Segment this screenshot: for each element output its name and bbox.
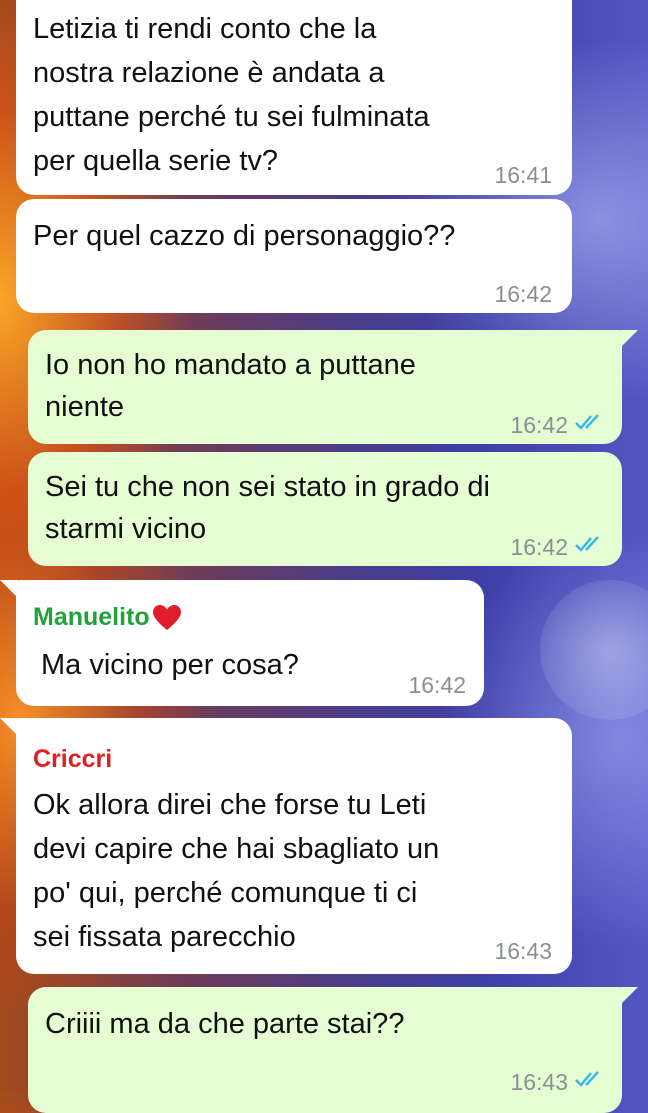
message-text-line: sei fissata parecchio bbox=[33, 921, 296, 953]
message-text-line: Io non ho mandato a puttane bbox=[45, 349, 416, 381]
message-bubble-incoming[interactable]: Letizia ti rendi conto che la nostra rel… bbox=[16, 0, 572, 195]
message-text-line: Criiii ma da che parte stai?? bbox=[45, 1008, 405, 1040]
message-bubble-incoming[interactable]: Manuelito Ma vicino per cosa? 16:42 bbox=[16, 580, 484, 706]
message-timestamp: 16:41 bbox=[494, 162, 552, 188]
bubble-tail bbox=[0, 580, 18, 598]
message-text-line: devi capire che hai sbagliato un bbox=[33, 833, 440, 865]
message-bubble-outgoing[interactable]: Sei tu che non sei stato in grado di sta… bbox=[28, 452, 622, 566]
sender-name-text: Manuelito bbox=[33, 603, 150, 631]
sender-name: Criccri bbox=[33, 745, 113, 773]
message-bubble-incoming[interactable]: Criccri Ok allora direi che forse tu Let… bbox=[16, 718, 572, 974]
bubble-tail bbox=[620, 330, 638, 348]
message-text-line: starmi vicino bbox=[45, 513, 207, 545]
message-text-line: niente bbox=[45, 391, 125, 423]
message-text-line: Sei tu che non sei stato in grado di bbox=[45, 471, 490, 503]
message-timestamp: 16:42 bbox=[408, 672, 466, 698]
message-text-line: puttane perché tu sei fulminata bbox=[33, 101, 430, 133]
bubble-tail bbox=[620, 987, 638, 1005]
message-timestamp: 16:42 bbox=[510, 534, 568, 560]
read-ticks-icon bbox=[575, 536, 599, 552]
message-timestamp: 16:43 bbox=[494, 938, 552, 964]
message-timestamp: 16:43 bbox=[510, 1069, 568, 1095]
message-timestamp: 16:42 bbox=[510, 412, 568, 438]
bubble-tail bbox=[0, 718, 18, 736]
message-text-line: Ma vicino per cosa? bbox=[41, 649, 299, 681]
sender-name: Manuelito bbox=[33, 598, 182, 637]
wallpaper-glow bbox=[540, 580, 648, 720]
message-bubble-incoming[interactable]: Per quel cazzo di personaggio?? 16:42 bbox=[16, 199, 572, 313]
message-text-line: po' qui, perché comunque ti ci bbox=[33, 877, 418, 909]
heart-icon bbox=[152, 605, 181, 631]
read-ticks-icon bbox=[575, 414, 599, 430]
message-text-line: Letizia ti rendi conto che la bbox=[33, 13, 377, 45]
read-ticks-icon bbox=[575, 1071, 599, 1087]
message-text-line: Ok allora direi che forse tu Leti bbox=[33, 789, 427, 821]
message-text-line: Per quel cazzo di personaggio?? bbox=[33, 220, 456, 252]
message-bubble-outgoing[interactable]: Io non ho mandato a puttane niente 16:42 bbox=[28, 330, 622, 444]
message-timestamp: 16:42 bbox=[494, 281, 552, 307]
message-bubble-outgoing[interactable]: Criiii ma da che parte stai?? 16:43 bbox=[28, 987, 622, 1113]
message-text-line: nostra relazione è andata a bbox=[33, 57, 385, 89]
message-text-line: per quella serie tv? bbox=[33, 145, 279, 177]
